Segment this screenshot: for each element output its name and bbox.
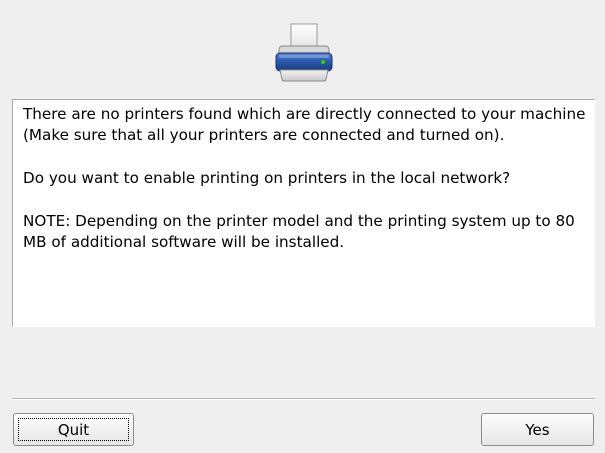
- quit-button-label: Quit: [57, 420, 90, 439]
- message-text-area: There are no printers found which are di…: [12, 99, 595, 327]
- button-separator: [12, 398, 595, 400]
- printer-icon: [270, 20, 342, 92]
- message-paragraph-2: Do you want to enable printing on printe…: [23, 169, 511, 188]
- yes-button[interactable]: Yes: [481, 413, 594, 446]
- message-paragraph-3: NOTE: Depending on the printer model and…: [23, 212, 575, 252]
- message-paragraph-1: There are no printers found which are di…: [23, 105, 586, 145]
- yes-button-label: Yes: [525, 420, 550, 439]
- printer-setup-dialog: There are no printers found which are di…: [0, 0, 605, 453]
- quit-button[interactable]: Quit: [13, 413, 134, 446]
